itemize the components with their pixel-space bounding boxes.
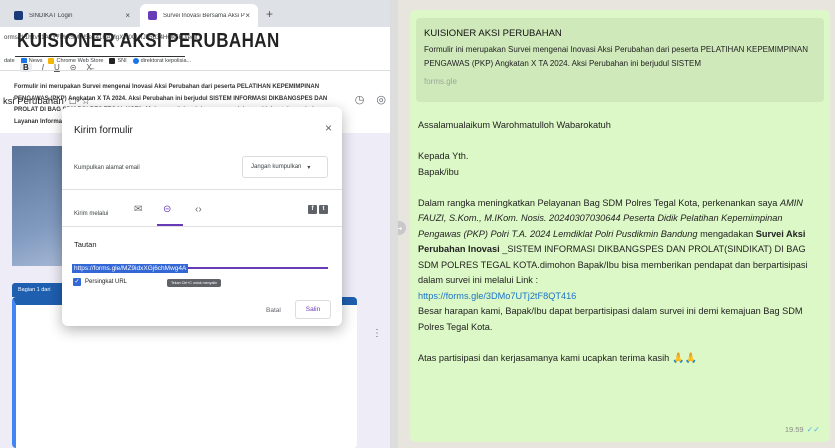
bookmark-item[interactable]: date [4, 58, 15, 64]
browser-window: SINDIKAT Login × Survei Inovasi Bersama … [0, 0, 390, 448]
clear-format-button[interactable]: X̶ [87, 63, 92, 72]
globe-icon [132, 57, 139, 64]
italic-button[interactable]: I [42, 63, 44, 72]
collect-email-label: Kumpulkan alamat email [74, 165, 140, 171]
tab-survei[interactable]: Survei Inovasi Bersama Aksi Per × [140, 4, 258, 27]
read-receipt-icon: ✓✓ [806, 425, 820, 434]
divider [62, 189, 342, 190]
preview-domain: forms.gle [424, 77, 457, 86]
collect-email-select[interactable]: Jangan kumpulkan ▾ [242, 156, 328, 178]
message-bubble: KUISIONER AKSI PERUBAHAN Formulir ini me… [410, 10, 830, 442]
social-share: f t [308, 205, 328, 214]
praying-hands-icon: 🙏🙏 [672, 352, 698, 364]
link-icon[interactable]: ⊝ [163, 204, 171, 215]
preview-icon[interactable]: ◎ [376, 93, 386, 106]
closing-line: Atas partisipasi dan kerjasamanya kami u… [418, 351, 823, 367]
bold-button[interactable]: B [20, 63, 32, 72]
email-icon[interactable]: ✉ [134, 204, 142, 215]
greeting: Assalamualaikum Warohmatulloh Wabarokatu… [418, 120, 611, 130]
form-title[interactable]: KUISIONER AKSI PERUBAHAN [17, 30, 280, 53]
copy-tooltip: Tekan Ctrl+C untuk menyalin [167, 279, 222, 287]
close-tab-icon[interactable]: × [125, 11, 130, 20]
format-toolbar: B I U ⊝ X̶ [20, 63, 92, 72]
bookmark-item[interactable]: SNI [109, 57, 127, 64]
link-section-label: Tautan [74, 240, 97, 249]
recipient-line: Kepada Yth. [418, 151, 469, 161]
bookmark-item[interactable]: direktorat kepolisia... [132, 57, 191, 64]
header-actions: ◷ ◎ [355, 93, 386, 106]
chevron-down-icon: ▾ [307, 164, 311, 171]
underline-button[interactable]: U [54, 63, 60, 72]
palette-icon[interactable]: ◷ [355, 93, 365, 106]
link-preview[interactable]: KUISIONER AKSI PERUBAHAN Formulir ini me… [416, 18, 824, 102]
send-form-dialog: Kirim formulir × Kumpulkan alamat email … [62, 107, 342, 326]
forms-icon [148, 11, 157, 20]
cancel-button[interactable]: Batal [266, 307, 281, 314]
message-paragraph: Besar harapan kami, Bapak/Ibu dapat berp… [418, 306, 803, 332]
sni-icon [109, 57, 116, 64]
forward-icon[interactable]: ↪ [398, 221, 406, 235]
send-via-label: Kirim melalui [74, 211, 109, 217]
message-body: Assalamualaikum Warohmatulloh Wabarokatu… [418, 118, 823, 366]
divider [62, 226, 342, 227]
tab-bar: SINDIKAT Login × Survei Inovasi Bersama … [0, 0, 390, 27]
copy-button[interactable]: Salin [295, 300, 331, 319]
panel-divider [390, 0, 398, 448]
close-icon[interactable]: × [325, 121, 332, 135]
link-field[interactable]: https://forms.gle/MZ9idxXGj6chMwg4A [72, 257, 328, 273]
dialog-title: Kirim formulir [74, 125, 133, 136]
embed-icon[interactable]: ‹› [195, 204, 202, 215]
new-tab-button[interactable]: + [266, 7, 273, 21]
tab-title: Survei Inovasi Bersama Aksi Per [163, 12, 246, 19]
facebook-icon[interactable]: f [308, 205, 317, 214]
preview-description: Formulir ini merupakan Survei mengenai I… [424, 45, 809, 68]
link-value[interactable]: https://forms.gle/MZ9idxXGj6chMwg4A [72, 264, 189, 273]
survey-link[interactable]: https://forms.gle/3DMo7UTj2tF8QT416 [418, 289, 823, 305]
shorten-url-label[interactable]: Persingkat URL [85, 279, 127, 285]
preview-title: KUISIONER AKSI PERUBAHAN [424, 28, 562, 39]
title-underline [15, 56, 185, 57]
tab-title: SINDIKAT Login [29, 12, 73, 19]
shield-icon [14, 11, 23, 20]
chat-panel: ↪ KUISIONER AKSI PERUBAHAN Formulir ini … [398, 0, 835, 448]
twitter-icon[interactable]: t [319, 205, 328, 214]
message-paragraph: Dalam rangka meningkatkan Pelayanan Bag … [418, 197, 808, 286]
link-button[interactable]: ⊝ [70, 63, 77, 72]
shorten-url-checkbox[interactable]: ✓ [73, 278, 81, 286]
message-time: 19.59 ✓✓ [784, 425, 820, 434]
tab-sindikat-login[interactable]: SINDIKAT Login × [6, 4, 138, 27]
close-tab-icon[interactable]: × [245, 11, 250, 20]
recipient-line: Bapak/ibu [418, 166, 459, 177]
more-icon[interactable]: ⋮ [372, 328, 382, 339]
